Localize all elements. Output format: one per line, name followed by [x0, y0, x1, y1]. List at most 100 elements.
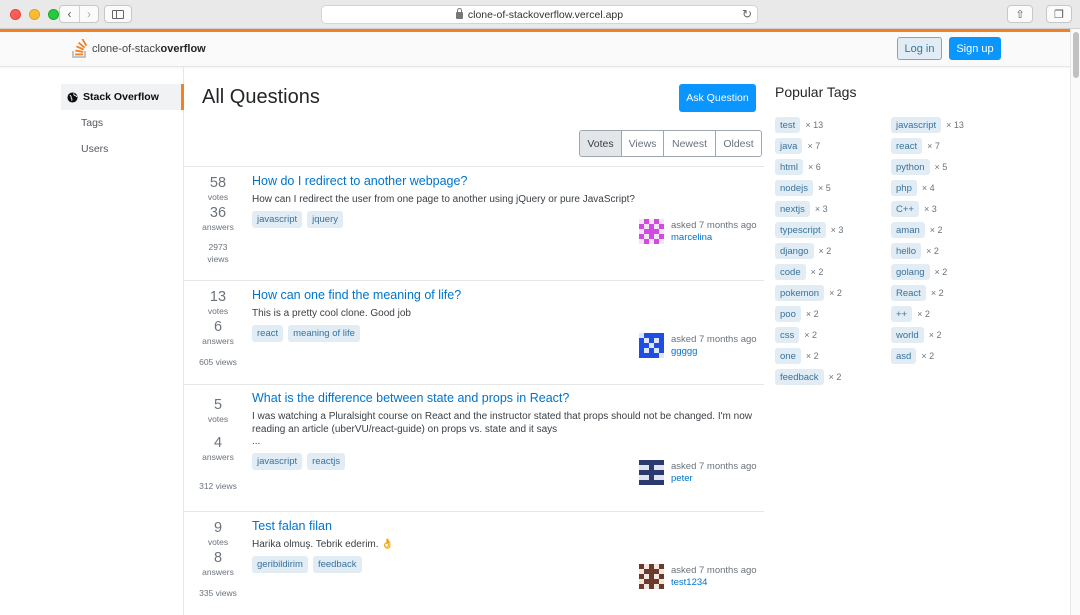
- sidebar-item-stack-overflow[interactable]: Stack Overflow: [61, 84, 184, 110]
- popular-tag-item: python × 5: [891, 159, 947, 175]
- answers-label: answers: [202, 336, 234, 346]
- popular-tag-item: hello × 2: [891, 243, 939, 259]
- view-count: 335 views: [199, 588, 237, 598]
- tag-link[interactable]: code: [775, 264, 806, 280]
- page-scrollbar[interactable]: [1070, 29, 1080, 615]
- popular-tag-item: django × 2: [775, 243, 831, 259]
- tag-link[interactable]: nextjs: [775, 201, 810, 217]
- divider: [184, 166, 764, 167]
- tag-count: × 7: [927, 141, 940, 151]
- tag-link[interactable]: geribildirim: [252, 556, 308, 573]
- forward-button[interactable]: ›: [79, 6, 98, 22]
- tag-link[interactable]: golang: [891, 264, 930, 280]
- tag-link[interactable]: react: [252, 325, 284, 342]
- question-excerpt: How can I redirect the user from one pag…: [252, 194, 635, 205]
- user-avatar[interactable]: [639, 564, 664, 589]
- tag-link[interactable]: javascript: [252, 453, 303, 470]
- filter-newest[interactable]: Newest: [664, 131, 716, 156]
- popular-tag-item: feedback × 2: [775, 369, 841, 385]
- question-excerpt: I was watching a Pluralsight course on R…: [252, 411, 752, 435]
- tag-link[interactable]: feedback: [312, 556, 362, 573]
- username-link[interactable]: test1234: [671, 577, 757, 589]
- question-title-link[interactable]: How do I redirect to another webpage?: [252, 174, 467, 188]
- vote-count: 5: [213, 397, 223, 413]
- popular-tag-item: world × 2: [891, 327, 941, 343]
- tag-link[interactable]: javascript: [252, 211, 303, 228]
- tag-link[interactable]: ++: [891, 306, 913, 322]
- user-avatar[interactable]: [639, 333, 664, 358]
- user-avatar[interactable]: [639, 219, 664, 244]
- popular-tag-item: php × 4: [891, 180, 935, 196]
- popular-tag-item: react × 7: [891, 138, 940, 154]
- back-button[interactable]: ‹: [60, 6, 79, 22]
- sidebar-item-users[interactable]: Users: [81, 143, 108, 155]
- username-link[interactable]: ggggg: [671, 346, 757, 358]
- sidebar-toggle-button[interactable]: [104, 5, 132, 23]
- tag-link[interactable]: one: [775, 348, 801, 364]
- question-owner: asked 7 months ago test1234: [639, 564, 757, 589]
- tag-count: × 3: [830, 225, 844, 235]
- tag-link[interactable]: django: [775, 243, 814, 259]
- site-logo[interactable]: clone-of-stack overflow: [71, 39, 206, 59]
- asked-time: asked 7 months ago: [671, 219, 757, 231]
- question-title-link[interactable]: Test falan filan: [252, 519, 332, 533]
- tag-link[interactable]: meaning of life: [288, 325, 360, 342]
- user-avatar[interactable]: [639, 460, 664, 485]
- tag-link[interactable]: world: [891, 327, 924, 343]
- tag-link[interactable]: poo: [775, 306, 801, 322]
- tag-link[interactable]: jquery: [307, 211, 343, 228]
- popular-tag-item: java × 7: [775, 138, 820, 154]
- tag-link[interactable]: reactjs: [307, 453, 346, 470]
- sidebar-item-tags[interactable]: Tags: [81, 117, 103, 129]
- tag-link[interactable]: aman: [891, 222, 925, 238]
- close-window-button[interactable]: [10, 9, 21, 20]
- tag-link[interactable]: css: [775, 327, 800, 343]
- ask-question-button[interactable]: Ask Question: [679, 84, 756, 112]
- question-excerpt-more: ...: [252, 436, 261, 447]
- username-link[interactable]: peter: [671, 473, 757, 485]
- popular-tag-item: test × 13: [775, 117, 823, 133]
- scrollbar-thumb[interactable]: [1073, 32, 1079, 78]
- tag-link[interactable]: java: [775, 138, 803, 154]
- zoom-window-button[interactable]: [48, 9, 59, 20]
- minimize-window-button[interactable]: [29, 9, 40, 20]
- globe-icon: [67, 91, 78, 103]
- tag-count: × 2: [818, 246, 832, 256]
- popular-tag-item: nextjs × 3: [775, 201, 828, 217]
- share-button[interactable]: ⇧: [1007, 5, 1033, 23]
- question-title-link[interactable]: How can one find the meaning of life?: [252, 288, 461, 302]
- tag-link[interactable]: javascript: [891, 117, 942, 133]
- signup-button[interactable]: Sign up: [949, 37, 1001, 60]
- address-bar[interactable]: clone-of-stackoverflow.vercel.app ↻: [321, 5, 758, 24]
- tag-link[interactable]: pokemon: [775, 285, 825, 301]
- username-link[interactable]: marcelina: [671, 232, 757, 244]
- tag-link[interactable]: C++: [891, 201, 919, 217]
- filter-views[interactable]: Views: [622, 131, 664, 156]
- tag-count: × 2: [928, 330, 942, 340]
- tag-link[interactable]: test: [775, 117, 801, 133]
- tag-link[interactable]: asd: [891, 348, 917, 364]
- tabs-overview-button[interactable]: ❐: [1046, 5, 1072, 23]
- views-label: views: [207, 254, 229, 264]
- tag-link[interactable]: nodejs: [775, 180, 813, 196]
- view-count: 605 views: [199, 357, 237, 367]
- tag-link[interactable]: typescript: [775, 222, 826, 238]
- answers-label: answers: [202, 222, 234, 232]
- window-controls: [10, 9, 59, 20]
- popular-tag-item: asd × 2: [891, 348, 934, 364]
- tag-link[interactable]: php: [891, 180, 917, 196]
- tag-link[interactable]: html: [775, 159, 803, 175]
- tag-link[interactable]: hello: [891, 243, 922, 259]
- question-stats: 5 votes 4 answers 312 views: [188, 397, 248, 492]
- vote-count: 58: [209, 175, 227, 191]
- tag-link[interactable]: python: [891, 159, 930, 175]
- login-button[interactable]: Log in: [897, 37, 942, 60]
- filter-oldest[interactable]: Oldest: [716, 131, 761, 156]
- question-title-link[interactable]: What is the difference between state and…: [252, 391, 569, 405]
- tag-link[interactable]: feedback: [775, 369, 824, 385]
- popular-tag-item: one × 2: [775, 348, 819, 364]
- tag-link[interactable]: React: [891, 285, 926, 301]
- filter-votes[interactable]: Votes: [580, 131, 622, 156]
- reload-icon[interactable]: ↻: [742, 7, 752, 21]
- tag-link[interactable]: react: [891, 138, 923, 154]
